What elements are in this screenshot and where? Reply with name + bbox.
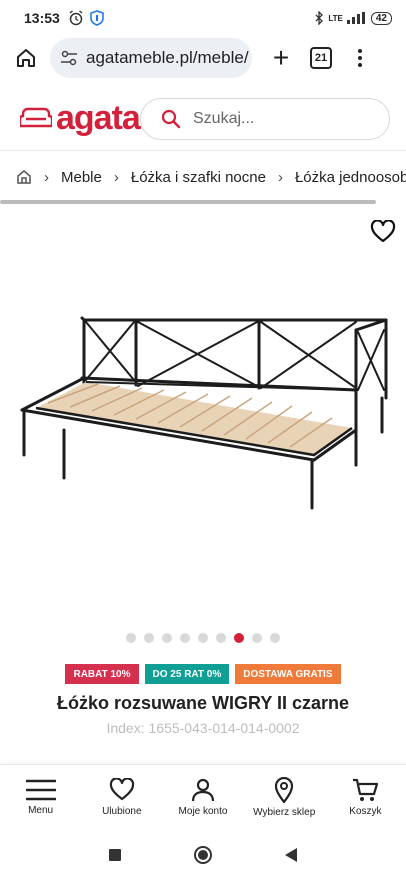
shield-app-icon [90,10,104,26]
bluetooth-icon [315,11,324,25]
nav-favorites-label: Ulubione [102,806,142,817]
site-settings-icon[interactable] [60,50,78,66]
breadcrumb-item-beds[interactable]: Łóżka i szafki nocne [131,169,266,186]
nav-account[interactable]: Moje konto [162,765,243,830]
product-title: Łóżko rozsuwane WIGRY II czarne [56,693,350,713]
user-icon [191,778,215,802]
nav-cart-label: Koszyk [349,806,382,817]
promo-badges: RABAT 10% DO 25 RAT 0% DOSTAWA GRATIS [0,664,406,684]
location-pin-icon [275,777,294,803]
signal-icon [346,12,365,24]
sofa-logo-icon [20,107,52,128]
nav-favorites[interactable]: Ulubione [81,765,162,830]
back-button[interactable] [284,847,298,863]
search-input[interactable]: Szukaj... [140,98,390,140]
network-type: LTE [328,13,343,23]
battery-indicator: 42 [370,11,392,25]
heart-icon [109,778,134,801]
gallery-dot[interactable] [234,633,244,643]
home-icon [17,170,31,184]
home-button[interactable] [8,40,44,76]
heart-icon [370,220,396,243]
search-icon [161,109,181,129]
gallery-dot[interactable] [198,633,208,643]
tab-switcher-button[interactable]: 21 [310,47,332,69]
hamburger-icon [25,779,56,801]
breadcrumb-item-single-beds[interactable]: Łóżka jednoosobowe [295,169,406,186]
status-bar: 13:53 LTE 42 [0,0,406,36]
site-header: agata Szukaj... [0,88,406,148]
product-photo[interactable] [14,290,394,520]
badge-discount: RABAT 10% [65,664,139,684]
gallery-dot[interactable] [126,633,136,643]
alarm-icon [69,10,83,26]
browser-toolbar: agatameble.pl/meble/ + 21 [0,36,406,80]
nav-account-label: Moje konto [178,806,228,817]
recents-button[interactable] [108,848,122,862]
system-navigation [0,830,406,880]
gallery-dot[interactable] [162,633,172,643]
address-bar[interactable]: agatameble.pl/meble/ [50,38,252,78]
badge-free-delivery: DOSTAWA GRATIS [235,664,341,684]
home-icon [17,49,35,67]
browser-menu-button[interactable] [350,43,370,73]
gallery-dot[interactable] [180,633,190,643]
chevron-right-icon: › [277,168,283,186]
gallery-dot[interactable] [252,633,262,643]
gallery-dot[interactable] [270,633,280,643]
chevron-right-icon: › [113,168,119,186]
new-tab-button[interactable]: + [266,43,296,73]
breadcrumb-home[interactable] [16,169,32,185]
nav-cart[interactable]: Koszyk [325,765,406,830]
breadcrumb: › Meble › Łóżka i szafki nocne › Łóżka j… [0,160,406,194]
cart-icon [353,778,379,801]
breadcrumb-scrollbar[interactable] [0,200,376,204]
nav-menu[interactable]: Menu [0,765,81,830]
nav-store[interactable]: Wybierz sklep [244,765,325,830]
badge-installments: DO 25 RAT 0% [144,664,230,684]
wishlist-button[interactable] [368,218,398,246]
product-index: Index: 1655-043-014-014-0002 [106,720,300,736]
chevron-right-icon: › [44,168,49,186]
gallery-dot[interactable] [216,633,226,643]
bottom-navigation: Menu Ulubione Moje konto Wybierz sklep K… [0,764,406,830]
gallery-dot[interactable] [144,633,154,643]
nav-menu-label: Menu [28,805,54,816]
logo-text: agata [56,99,141,137]
search-placeholder: Szukaj... [193,110,255,127]
breadcrumb-item-meble[interactable]: Meble [61,169,102,186]
url-text: agatameble.pl/meble/ [86,48,249,67]
agata-logo[interactable]: agata [20,99,141,137]
home-circle-button[interactable] [194,846,212,864]
gallery-pagination [0,633,406,643]
nav-store-label: Wybierz sklep [253,807,316,818]
clock: 13:53 [24,10,60,26]
header-divider [0,150,406,151]
